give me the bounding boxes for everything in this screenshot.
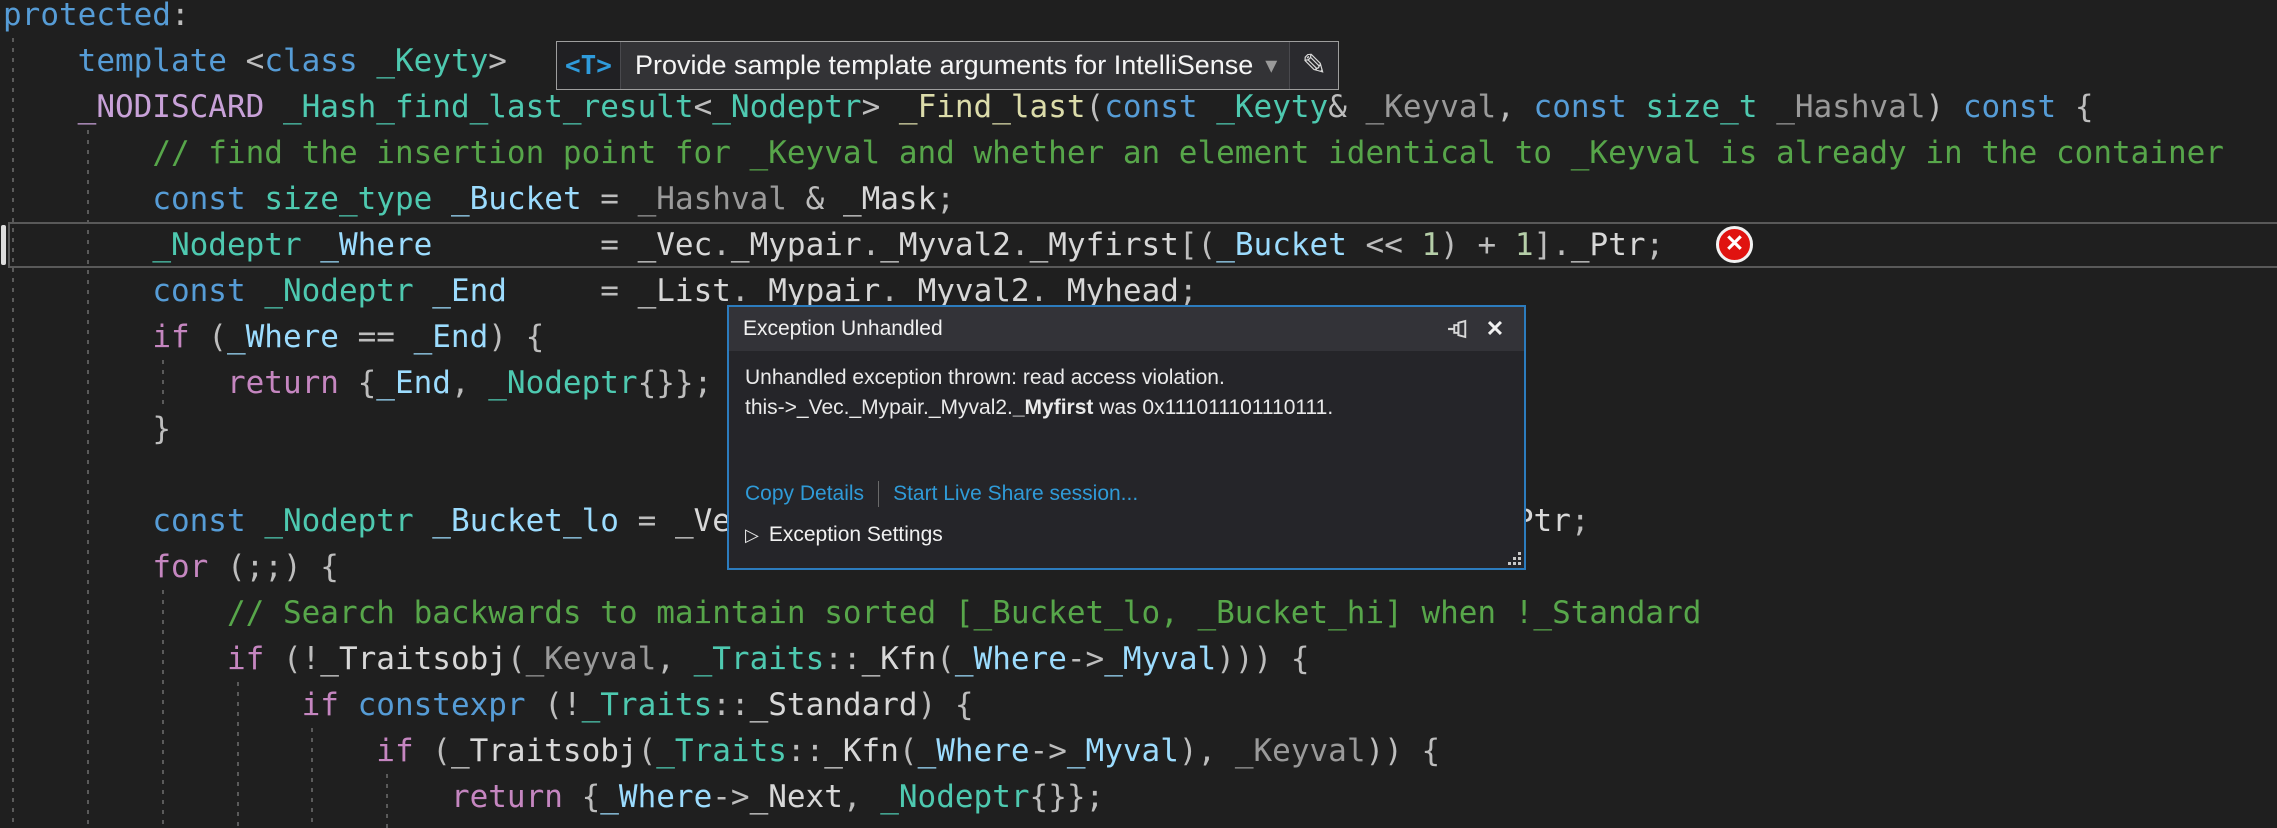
code-line[interactable]: if constexpr (!_Traits::_Standard) { bbox=[3, 682, 2224, 728]
exception-message-line1: Unhandled exception thrown: read access … bbox=[745, 366, 1225, 389]
code-line[interactable]: return {_Where->_Next, _Nodeptr{}}; bbox=[3, 774, 2224, 820]
copy-details-link[interactable]: Copy Details bbox=[745, 482, 864, 506]
code-line[interactable]: // find the insertion point for _Keyval … bbox=[3, 130, 2224, 176]
code-line[interactable]: _NODISCARD _Hash_find_last_result<_Nodep… bbox=[3, 84, 2224, 130]
current-line-caret-marker bbox=[1, 225, 6, 265]
template-chip-icon: <T> bbox=[557, 42, 621, 89]
resize-grip[interactable] bbox=[1505, 549, 1521, 565]
error-x-glyph: ✕ bbox=[1724, 230, 1745, 256]
live-share-link[interactable]: Start Live Share session... bbox=[893, 482, 1138, 506]
code-line[interactable]: if (!_Traitsobj(_Keyval, _Traits::_Kfn(_… bbox=[3, 636, 2224, 682]
exception-settings-expander[interactable]: ▷ Exception Settings bbox=[745, 523, 1508, 547]
close-icon[interactable]: ✕ bbox=[1480, 314, 1510, 344]
exception-error-icon[interactable]: ✕ bbox=[1716, 226, 1753, 263]
code-line[interactable]: // Search backwards to maintain sorted [… bbox=[3, 590, 2224, 636]
chevron-right-icon: ▷ bbox=[745, 524, 759, 545]
code-line[interactable]: } bbox=[3, 820, 2224, 828]
code-line[interactable]: protected: bbox=[3, 0, 2224, 38]
exception-popup-titlebar[interactable]: Exception Unhandled ✕ bbox=[729, 307, 1524, 351]
code-editor: protected: template <class _Keyty> _NODI… bbox=[0, 0, 2277, 828]
exception-message-line2: this->_Vec._Mypair._Myval2._Myfirst was … bbox=[745, 396, 1334, 419]
code-line[interactable]: if (_Traitsobj(_Traits::_Kfn(_Where->_My… bbox=[3, 728, 2224, 774]
exception-popup-body: Unhandled exception thrown: read access … bbox=[729, 351, 1524, 547]
pin-icon-svg bbox=[1448, 319, 1467, 339]
link-divider bbox=[878, 481, 880, 507]
exception-popup-title: Exception Unhandled bbox=[743, 317, 943, 340]
template-hint-label: Provide sample template arguments for In… bbox=[634, 50, 1254, 80]
pencil-icon[interactable]: ✎ bbox=[1289, 42, 1339, 89]
chevron-down-icon[interactable]: ▾ bbox=[1263, 42, 1289, 89]
exception-popup: Exception Unhandled ✕ Unhandled exceptio… bbox=[727, 305, 1526, 570]
code-line[interactable]: const size_type _Bucket = _Hashval & _Ma… bbox=[3, 176, 2224, 222]
pin-icon[interactable] bbox=[1442, 314, 1472, 344]
exception-settings-label: Exception Settings bbox=[768, 523, 943, 546]
template-arguments-hint[interactable]: <T> Provide sample template arguments fo… bbox=[556, 41, 1340, 90]
current-line-highlight bbox=[8, 222, 2277, 268]
